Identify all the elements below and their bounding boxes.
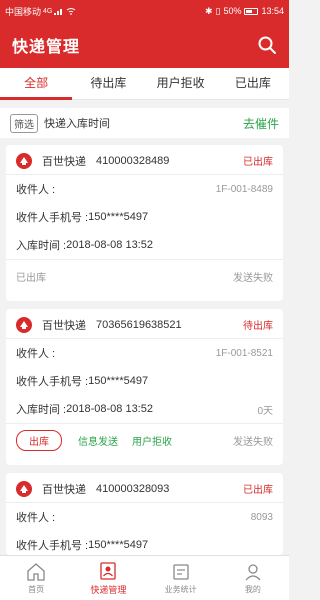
- time-value: 2018-08-08 13:52: [66, 403, 153, 415]
- courier-name: 百世快递: [42, 319, 86, 332]
- courier-name: 百世快递: [42, 155, 86, 168]
- courier-logo-icon: [16, 316, 32, 333]
- profile-icon: [245, 563, 261, 580]
- time-value: 2018-08-08 13:52: [66, 239, 153, 251]
- shelf-code: 1F-001-8521: [215, 347, 273, 359]
- phone-label: 收件人手机号 :: [16, 212, 89, 224]
- vibrate-icon: ▯: [215, 5, 221, 16]
- wifi-icon: [67, 8, 76, 15]
- recipient-label: 收件人 :: [16, 512, 56, 524]
- tracking-number: 410000328489: [96, 154, 170, 167]
- recipient-row: 收件人 : 1F-001-8521: [6, 339, 283, 367]
- tab-rejected[interactable]: 用户拒收: [145, 68, 217, 99]
- app-bar: 快递管理: [0, 22, 289, 68]
- filter-button[interactable]: 筛选: [10, 113, 38, 133]
- tab-shipped[interactable]: 已出库: [217, 68, 289, 99]
- card-footer: 出库 信息发送 用户拒收 发送失败: [6, 423, 283, 457]
- status-tabs: 全部 待出库 用户拒收 已出库: [0, 68, 289, 100]
- signal-icon: [54, 9, 63, 15]
- courier-logo-icon: [16, 480, 32, 497]
- nav-parcel-manage[interactable]: 快递管理: [72, 556, 144, 600]
- shelf-code: 8093: [250, 511, 273, 523]
- courier-name: 百世快递: [42, 483, 86, 496]
- phone-row: 收件人手机号 : 150****5497: [6, 531, 283, 555]
- phone-value: 150****5497: [88, 539, 149, 551]
- card-footer: 已出库 发送失败: [6, 259, 283, 293]
- send-status: 发送失败: [233, 437, 273, 448]
- shipped-state: 已出库: [16, 273, 46, 284]
- search-icon[interactable]: [257, 35, 277, 55]
- tracking-number: 70365619638521: [96, 318, 182, 331]
- recipient-label: 收件人 :: [16, 184, 56, 196]
- clock: 13:54: [261, 6, 284, 16]
- recipient-row: 收件人 : 1F-001-8489: [6, 175, 283, 203]
- card-header: 百世快递 410000328489 已出库: [6, 147, 283, 175]
- phone-row: 收件人手机号 : 150****5497: [6, 367, 283, 395]
- bluetooth-icon: ✱: [204, 5, 213, 16]
- nav-label: 快递管理: [90, 584, 127, 595]
- recipient-row: 收件人 : 8093: [6, 503, 283, 531]
- time-label: 入库时间 :: [16, 404, 67, 416]
- tracking-number: 410000328093: [96, 482, 170, 495]
- network-type: 4G: [43, 7, 53, 15]
- nav-home[interactable]: 首页: [0, 556, 72, 600]
- home-icon: [27, 562, 45, 581]
- send-status: 发送失败: [233, 273, 273, 284]
- resend-info-button[interactable]: 信息发送: [78, 433, 118, 448]
- stats-icon: [172, 563, 189, 580]
- nav-stats[interactable]: 业务统计: [145, 556, 217, 600]
- days-stored: 0天: [257, 405, 273, 417]
- carrier-name: 中国移动: [5, 6, 42, 17]
- nav-label: 业务统计: [164, 584, 197, 594]
- nav-label: 我的: [244, 584, 261, 594]
- phone-row: 收件人手机号 : 150****5497: [6, 203, 283, 231]
- phone-value: 150****5497: [88, 375, 149, 387]
- phone-label: 收件人手机号 :: [16, 540, 89, 552]
- urge-button[interactable]: 去催件: [243, 115, 279, 132]
- parcel-card[interactable]: 百世快递 410000328489 已出库 收件人 : 1F-001-8489 …: [6, 145, 283, 301]
- tab-all[interactable]: 全部: [0, 68, 73, 100]
- bottom-nav: 首页 快递管理 业务统计 我的: [0, 555, 289, 600]
- card-header: 百世快递 410000328093 已出库: [6, 475, 283, 503]
- time-row: 入库时间 : 2018-08-08 13:52 0天: [6, 395, 283, 423]
- filter-bar: 筛选 快递入库时间 去催件: [0, 108, 289, 138]
- phone-label: 收件人手机号 :: [16, 376, 89, 388]
- courier-logo-icon: [16, 152, 32, 169]
- tab-pending-out[interactable]: 待出库: [72, 68, 144, 99]
- status-badge: 已出库: [243, 485, 273, 496]
- recipient-label: 收件人 :: [16, 348, 56, 360]
- page-title: 快递管理: [12, 39, 81, 56]
- nav-profile[interactable]: 我的: [217, 556, 289, 600]
- status-bar: 中国移动 4G ✱ ▯ 50% 13:54: [0, 0, 289, 22]
- parcel-manage-icon: [100, 561, 117, 580]
- check-out-button[interactable]: 出库: [16, 430, 62, 451]
- filter-label[interactable]: 快递入库时间: [44, 115, 243, 131]
- shelf-code: 1F-001-8489: [215, 183, 273, 195]
- status-badge: 已出库: [243, 157, 273, 168]
- time-row: 入库时间 : 2018-08-08 13:52: [6, 231, 283, 259]
- battery-level: 50%: [223, 6, 242, 16]
- nav-label: 首页: [28, 584, 45, 594]
- time-label: 入库时间 :: [16, 240, 67, 252]
- battery-icon: [244, 7, 259, 15]
- parcel-card[interactable]: 百世快递 70365619638521 待出库 收件人 : 1F-001-852…: [6, 309, 283, 465]
- status-badge: 待出库: [243, 321, 273, 332]
- reject-button[interactable]: 用户拒收: [132, 433, 219, 448]
- parcel-card[interactable]: 百世快递 410000328093 已出库 收件人 : 8093 收件人手机号 …: [6, 473, 283, 555]
- phone-value: 150****5497: [88, 211, 149, 223]
- card-header: 百世快递 70365619638521 待出库: [6, 311, 283, 339]
